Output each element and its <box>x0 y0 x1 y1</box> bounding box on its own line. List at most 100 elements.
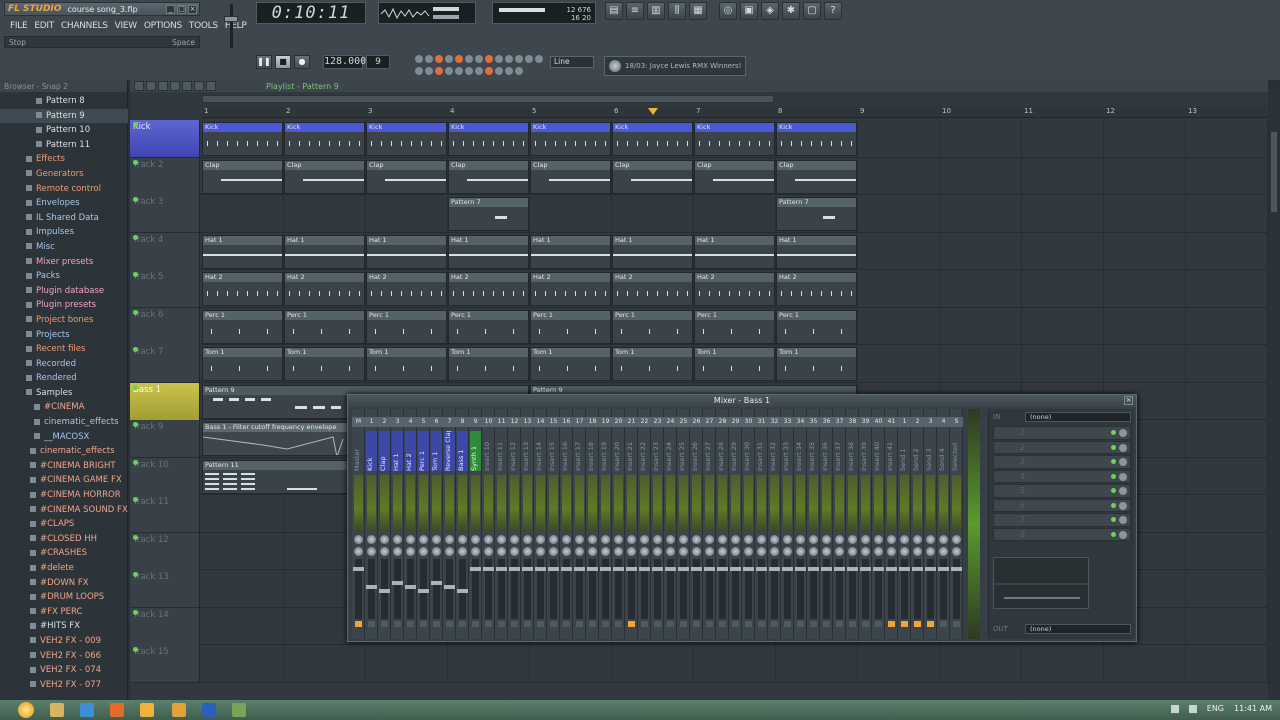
browser-item[interactable]: #CLAPS <box>0 517 128 532</box>
track-mute-led[interactable] <box>133 234 138 240</box>
browser-item[interactable]: Misc <box>0 240 128 255</box>
fader-handle[interactable] <box>509 567 520 571</box>
pattern-clip[interactable]: Kick <box>530 122 611 156</box>
pattern-clip[interactable]: Clap <box>448 159 529 194</box>
browser-item[interactable]: Pattern 8 <box>0 94 128 109</box>
app-icon[interactable] <box>232 703 246 717</box>
stereo-separation-knob[interactable] <box>770 535 779 544</box>
effect-mix-knob[interactable] <box>1119 516 1127 524</box>
track-mute-led[interactable] <box>133 384 138 390</box>
route-switch[interactable] <box>355 621 362 627</box>
fader-handle[interactable] <box>795 567 806 571</box>
effect-enable-led[interactable] <box>1111 488 1116 493</box>
pattern-clip[interactable]: Tom 1 <box>448 347 529 381</box>
mixer-strip[interactable]: 6 Tom 1 <box>430 409 443 639</box>
track-mute-led[interactable] <box>133 272 138 277</box>
mute-tool-icon[interactable] <box>170 81 180 91</box>
effect-slot[interactable]: 2 <box>993 440 1131 454</box>
pan-knob[interactable] <box>952 547 961 556</box>
mixer-strip[interactable]: 38 Insert 38 <box>846 409 859 639</box>
pan-knob[interactable] <box>419 547 428 556</box>
timeline-ruler[interactable]: 1 2 3 4 5 6 7 8 9 10 11 12 13 <box>202 106 1268 118</box>
route-switch[interactable] <box>485 621 492 627</box>
fader-handle[interactable] <box>639 567 650 571</box>
ie-icon[interactable] <box>80 703 94 717</box>
effect-slot[interactable]: 7 <box>993 513 1131 527</box>
pan-knob[interactable] <box>887 547 896 556</box>
pattern-clip[interactable]: Bass 1 - Filter cutoff frequency envelop… <box>202 422 350 456</box>
zoom-tool-icon[interactable] <box>206 81 216 91</box>
clock[interactable]: 11:41 AM <box>1234 704 1272 713</box>
playlist-horizontal-scrollbar[interactable] <box>202 95 774 103</box>
effect-mix-knob[interactable] <box>1119 472 1127 481</box>
pattern-clip[interactable]: Kick <box>776 122 857 156</box>
fader-handle[interactable] <box>756 567 767 571</box>
pan-knob[interactable] <box>627 547 636 556</box>
route-switch[interactable] <box>563 621 570 627</box>
browser-item[interactable]: #delete <box>0 561 128 576</box>
plugin-icon[interactable]: ▢ <box>803 2 821 20</box>
stereo-separation-knob[interactable] <box>588 535 597 544</box>
fader-handle[interactable] <box>379 589 390 593</box>
pan-knob[interactable] <box>393 547 402 556</box>
route-switch[interactable] <box>537 621 544 627</box>
track-lane[interactable] <box>202 645 1268 682</box>
pattern-clip[interactable]: Hat 2 <box>612 272 693 306</box>
fader-handle[interactable] <box>691 567 702 571</box>
stereo-separation-knob[interactable] <box>601 535 610 544</box>
effect-mix-knob[interactable] <box>1119 530 1127 539</box>
browser-item[interactable]: #CINEMA <box>0 400 128 415</box>
pan-knob[interactable] <box>913 547 922 556</box>
fader-handle[interactable] <box>873 567 884 571</box>
mixer-strip[interactable]: 1 Send 1 <box>898 409 911 639</box>
cpu-icon[interactable]: ◈ <box>761 2 779 20</box>
track-mute-led[interactable] <box>133 609 138 615</box>
pan-knob[interactable] <box>510 547 519 556</box>
stereo-separation-knob[interactable] <box>640 535 649 544</box>
browser-item[interactable]: #DRUM LOOPS <box>0 590 128 605</box>
effect-enable-led[interactable] <box>1111 430 1116 435</box>
mixer-strip[interactable]: 31 Insert 31 <box>755 409 768 639</box>
mixer-strip[interactable]: 4 Send 4 <box>937 409 950 639</box>
mixer-strip[interactable]: 3 Hat 1 <box>391 409 404 639</box>
word-icon[interactable] <box>202 703 216 717</box>
browser-item[interactable]: Samples <box>0 386 128 401</box>
mixer-strip[interactable]: 23 Insert 23 <box>651 409 664 639</box>
route-switch[interactable] <box>524 621 531 627</box>
route-switch[interactable] <box>511 621 518 627</box>
browser-item[interactable]: VEH2 FX - 066 <box>0 649 128 664</box>
fader-handle[interactable] <box>444 585 455 589</box>
mixer-strip[interactable]: 16 Insert 16 <box>560 409 573 639</box>
pan-knob[interactable] <box>575 547 584 556</box>
effect-enable-led[interactable] <box>1111 473 1116 479</box>
track-header[interactable]: Track 12 <box>130 532 200 570</box>
pattern-clip[interactable]: Kick <box>694 122 775 156</box>
pattern-clip[interactable]: Pattern 7 <box>776 197 857 231</box>
mixer-strip[interactable]: 18 Insert 18 <box>586 409 599 639</box>
route-switch[interactable] <box>641 621 648 627</box>
browser-item[interactable]: Pattern 11 <box>0 138 128 153</box>
fader-handle[interactable] <box>704 567 715 571</box>
playlist-icon[interactable]: ▤ <box>605 2 623 20</box>
pattern-clip[interactable]: Hat 1 <box>284 234 365 269</box>
browser-item[interactable]: __MACOSX <box>0 430 128 445</box>
browser-item[interactable]: Rendered <box>0 371 128 386</box>
playlist-vertical-scrollbar[interactable] <box>1270 92 1278 692</box>
language-indicator[interactable]: ENG <box>1207 704 1224 713</box>
maximize-icon[interactable]: □ <box>177 4 186 14</box>
route-switch[interactable] <box>953 621 960 627</box>
browser-item[interactable]: #CLOSED HH <box>0 532 128 547</box>
fader-handle[interactable] <box>938 567 949 571</box>
browser-item[interactable]: Pattern 10 <box>0 123 128 138</box>
mixer-strip[interactable]: 26 Insert 26 <box>690 409 703 639</box>
pattern-clip[interactable]: Clap <box>202 159 283 194</box>
pattern-clip[interactable]: Hat 2 <box>202 272 283 306</box>
browser-item[interactable]: Recent files <box>0 342 128 357</box>
route-switch[interactable] <box>550 621 557 627</box>
pattern-clip[interactable]: Hat 2 <box>530 272 611 306</box>
stereo-separation-knob[interactable] <box>692 535 701 544</box>
pattern-clip[interactable]: Tom 1 <box>612 347 693 381</box>
pattern-clip[interactable]: Hat 2 <box>284 272 365 306</box>
stereo-separation-knob[interactable] <box>354 535 363 544</box>
mixer-strip[interactable]: 36 Insert 36 <box>820 409 833 639</box>
